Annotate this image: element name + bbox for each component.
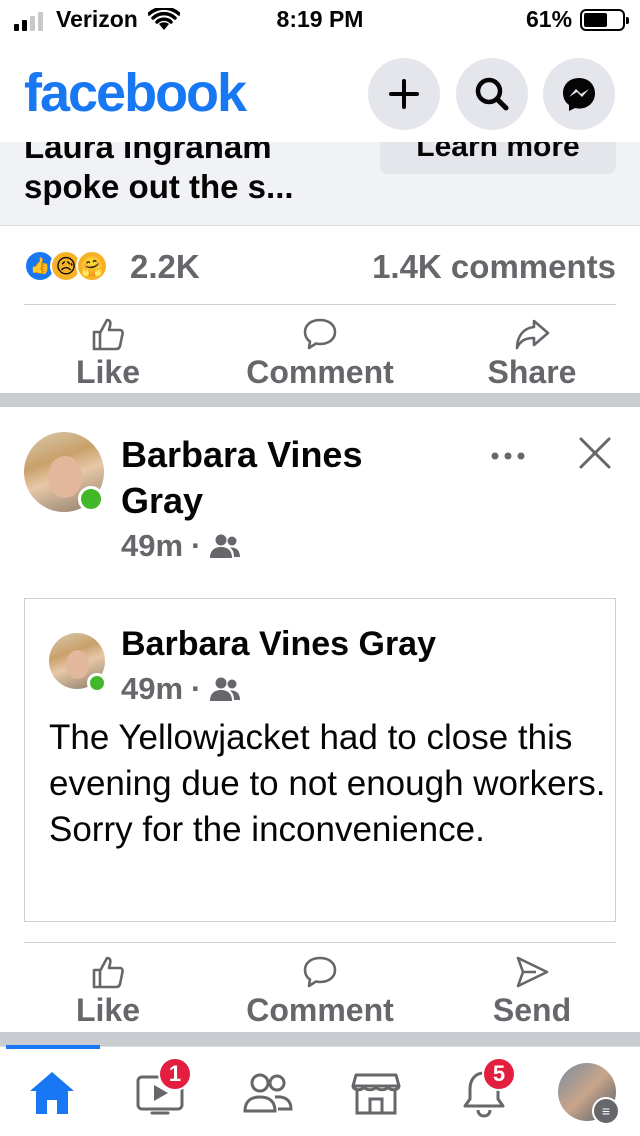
comment-label: Comment [246,354,394,390]
shared-post-text: The Yellowjacket had to close this eveni… [49,718,606,849]
tab-marketplace[interactable] [346,1063,406,1123]
friends-icon [210,534,241,558]
share-button[interactable]: Share [432,316,632,391]
send-label: Send [492,992,572,1028]
feed-separator [0,1032,640,1046]
author-name-line1: Barbara Vines [121,434,363,475]
tab-watch[interactable]: 1 [130,1057,192,1123]
comment-button[interactable]: Comment [220,954,420,1029]
reaction-count[interactable]: 2.2K [130,248,200,286]
ad-headline: spoke out the s... [24,168,294,205]
like-label: Like [75,992,141,1028]
share-icon [515,319,550,350]
send-icon [516,956,549,988]
plus-icon [389,79,419,109]
close-icon [579,437,611,469]
learn-more-button[interactable]: Learn more [380,142,616,174]
battery-icon [580,9,629,31]
marketplace-icon [351,1073,401,1115]
status-bar: Verizon 8:19 PM 61% [0,0,640,42]
like-label: Like [75,354,141,390]
friends-icon [210,677,241,701]
thumbs-up-icon [92,318,124,351]
like-button[interactable]: Like [8,954,208,1029]
meta-dot: · [191,528,202,563]
search-button[interactable] [456,58,528,130]
post-actions: Like Comment Share [0,316,640,396]
hide-post-button[interactable] [578,436,612,475]
menu-icon[interactable]: ≡ [592,1097,620,1125]
battery-percent: 61% [526,6,573,32]
shared-online-dot [87,673,107,693]
bottom-tab-bar: 1 5 ≡ [0,1045,640,1136]
tab-notifications[interactable]: 5 [454,1057,516,1123]
post-meta: 49m · [121,528,241,564]
send-button[interactable]: Send [432,954,632,1029]
post-author-name[interactable]: Barbara Vines Gray [121,432,362,524]
divider [24,304,616,305]
like-button[interactable]: Like [8,316,208,391]
ad-headline-cut: Laura Ingraham [24,142,272,165]
home-icon [30,1072,74,1114]
post-time[interactable]: 49m [121,528,183,564]
facebook-logo[interactable]: facebook [24,62,247,124]
notifications-badge: 5 [482,1057,516,1091]
active-tab-indicator [6,1045,100,1049]
meta-dot: · [191,671,202,706]
search-icon [475,77,509,111]
sponsored-post-footer[interactable]: Laura Ingraham spoke out the s... Learn … [0,142,640,226]
shared-post-card[interactable]: Barbara Vines Gray 49m · The Yellowjacke… [24,598,616,922]
share-label: Share [487,354,577,390]
friends-icon [243,1073,293,1113]
more-icon [491,452,525,460]
shared-post-time[interactable]: 49m [121,671,183,707]
shared-post-meta: 49m · [121,671,241,707]
care-reaction-icon: 🤗 [76,250,108,282]
tab-friends[interactable] [238,1063,298,1123]
comment-count[interactable]: 1.4K comments [372,248,616,286]
app-header: facebook [0,42,640,142]
author-name-line2: Gray [121,480,204,521]
online-status-dot [78,486,104,512]
divider [24,942,616,943]
reaction-icons: 👍 😥 🤗 [24,250,108,282]
comment-icon [303,956,337,988]
watch-badge: 1 [158,1057,192,1091]
create-button[interactable] [368,58,440,130]
feed-separator [0,393,640,407]
messenger-icon [563,78,595,111]
post-actions-2: Like Comment Send [0,954,640,1034]
tab-home[interactable] [22,1063,82,1123]
shared-author-name[interactable]: Barbara Vines Gray [121,625,436,664]
comment-label: Comment [246,992,394,1028]
comment-icon [303,318,337,350]
more-options-button[interactable] [490,448,526,466]
comment-button[interactable]: Comment [220,316,420,391]
thumbs-up-icon [92,956,124,989]
reactions-summary[interactable]: 👍 😥 🤗 2.2K 1.4K comments [24,244,616,290]
messenger-button[interactable] [543,58,615,130]
